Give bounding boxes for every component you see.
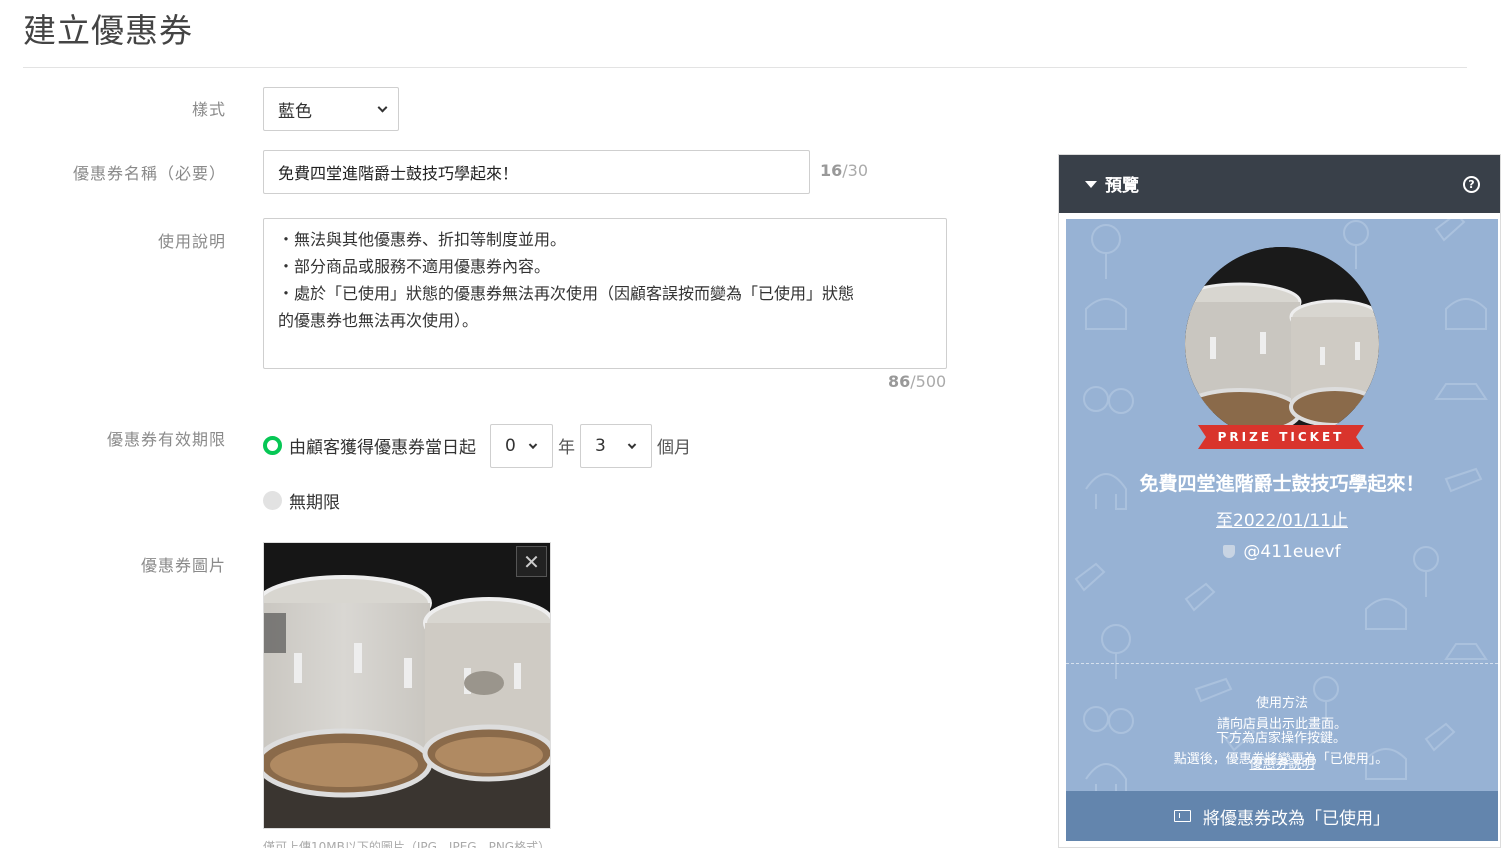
coupon-name-label: 優惠券名稱（必要） [72, 164, 226, 183]
chevron-down-icon [377, 102, 388, 113]
title-divider [23, 67, 1467, 68]
ticket-title: 免費四堂進階爵士鼓技巧學起來！ [1139, 473, 1425, 495]
ticket-divider [1066, 663, 1498, 664]
validity-option-from-date-label: 由顧客獲得優惠券當日起 [289, 438, 476, 458]
preview-header[interactable]: 預覽 ? [1059, 155, 1500, 213]
coupon-name-counter: 16/30 [820, 161, 869, 180]
usage-title: 使用方法 [1255, 696, 1308, 711]
drum-thumbnail [1185, 247, 1379, 441]
mark-as-used-label: 將優惠券改為「已使用」 [1203, 808, 1390, 829]
help-icon[interactable]: ? [1463, 176, 1480, 193]
description-line: 的優惠券也無法再次使用）。 [278, 311, 479, 330]
ticket-account-id: @411euevf [1243, 542, 1341, 562]
description-textarea[interactable]: ・無法與其他優惠券、折扣等制度並用。 ・部分商品或服務不適用優惠券內容。 ・處於… [263, 218, 947, 369]
ticket-image [1185, 247, 1379, 441]
description-line: ・無法與其他優惠券、折扣等制度並用。 [278, 230, 567, 249]
style-select[interactable]: 藍色 [263, 87, 399, 131]
prize-ticket-ribbon: PRIZE TICKET [1217, 430, 1345, 444]
preview-header-title: 預覽 [1105, 176, 1139, 196]
style-select-value: 藍色 [278, 101, 312, 122]
validity-radio-from-date[interactable] [263, 436, 282, 455]
description-line: ・處於「已使用」狀態的優惠券無法再次使用（因顧客誤按而變為「已使用」狀態 [278, 284, 855, 303]
drum-photo [264, 543, 550, 828]
coupon-image-preview: ✕ [263, 542, 551, 829]
mark-as-used-button[interactable]: 將優惠券改為「已使用」 [1066, 791, 1498, 841]
chevron-down-icon [528, 440, 538, 450]
image-upload-hint: 僅可上傳10MB以下的圖片（JPG、JPEG、PNG格式） [263, 840, 551, 848]
ticket-icon [1174, 810, 1191, 822]
coupon-name-input[interactable]: 免費四堂進階爵士鼓技巧學起來！ [263, 150, 810, 194]
description-label: 使用說明 [157, 232, 226, 251]
ticket-account: @411euevf [1066, 542, 1498, 562]
years-select[interactable]: 0 [490, 424, 553, 468]
shield-icon [1223, 545, 1236, 558]
coupon-image-label: 優惠券圖片 [140, 556, 226, 575]
months-unit: 個月 [657, 438, 691, 458]
description-line: ・部分商品或服務不適用優惠券內容。 [278, 257, 551, 276]
remove-image-button[interactable]: ✕ [516, 546, 547, 577]
chevron-down-icon [627, 440, 637, 450]
validity-radio-unlimited[interactable] [263, 491, 282, 510]
years-unit: 年 [558, 438, 575, 458]
years-select-value: 0 [505, 436, 516, 456]
ticket-expiry: 至2022/01/11止 [1216, 511, 1348, 531]
style-label: 樣式 [191, 100, 226, 119]
coupon-name-value: 免費四堂進階爵士鼓技巧學起來！ [278, 164, 519, 183]
validity-option-unlimited-label: 無期限 [289, 493, 340, 513]
operator-instruction-1: 下方為店家操作按鍵。 [1215, 731, 1346, 746]
validity-label: 優惠券有效期限 [106, 430, 226, 449]
months-select[interactable]: 3 [580, 424, 652, 468]
months-select-value: 3 [595, 436, 606, 456]
close-icon: ✕ [523, 549, 540, 574]
caret-down-icon [1085, 181, 1097, 188]
page-title: 建立優惠券 [23, 11, 193, 50]
operator-instruction-2: 點選後，優惠券將變更為「已使用」。 [1173, 752, 1389, 767]
description-counter: 86/500 [888, 372, 947, 391]
